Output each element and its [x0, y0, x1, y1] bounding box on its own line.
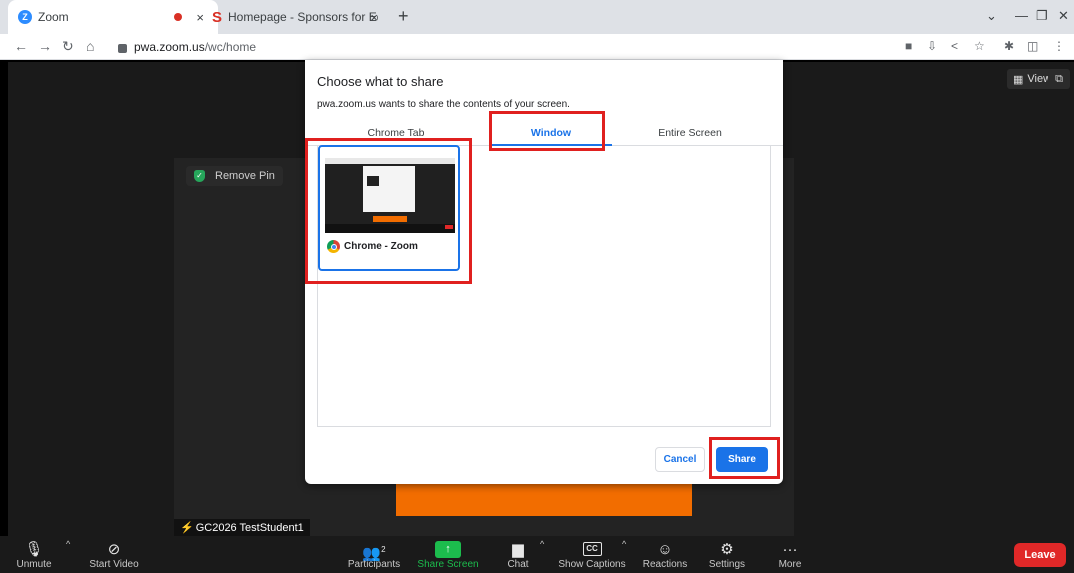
start-video-button[interactable]: ⊘ Start Video [84, 536, 144, 573]
start-video-label: Start Video [89, 559, 139, 570]
camera-in-use-icon[interactable]: ■ [905, 39, 912, 53]
more-button[interactable]: ··· More [772, 536, 808, 573]
sponsors-s-icon: S [212, 8, 223, 26]
restore-icon[interactable]: ❐ [1036, 8, 1048, 24]
chat-button[interactable]: ▆ Chat [500, 536, 536, 573]
emoji-add-icon: ☺ [657, 541, 673, 558]
audio-options-chevron-icon[interactable]: ^ [66, 539, 70, 549]
leave-button[interactable]: Leave [1014, 543, 1066, 567]
share-screen-button[interactable]: ↑ Share Screen [416, 536, 480, 573]
show-captions-label: Show Captions [558, 559, 626, 570]
close-window-icon[interactable]: ✕ [1058, 8, 1069, 24]
chat-options-chevron-icon[interactable]: ^ [540, 539, 544, 549]
captions-options-chevron-icon[interactable]: ^ [622, 539, 626, 549]
dialog-subtitle: pwa.zoom.us wants to share the contents … [317, 99, 570, 110]
participants-icon: 👥2 [362, 545, 386, 562]
recording-indicator-icon [174, 13, 182, 21]
tab-title: Homepage - Sponsors for Educa [228, 10, 378, 24]
zoom-icon: Z [18, 10, 32, 24]
forward-icon[interactable]: → [38, 38, 52, 54]
close-tab-icon[interactable]: × [370, 10, 378, 25]
reload-icon[interactable]: ↻ [62, 38, 74, 55]
share-screen-icon: ↑ [435, 541, 461, 558]
show-captions-button[interactable]: CC Show Captions [556, 536, 628, 573]
tab-entire-screen[interactable]: Entire Screen [629, 120, 751, 146]
home-icon[interactable]: ⌂ [86, 38, 94, 54]
share-screen-label: Share Screen [417, 559, 479, 570]
participant-name: GC2026 TestStudent1 [195, 521, 304, 534]
bookmark-star-icon[interactable]: ☆ [974, 39, 985, 53]
tab-zoom[interactable]: Z Zoom × [8, 0, 218, 34]
install-app-icon[interactable]: ⇩ [927, 39, 937, 53]
back-icon[interactable]: ← [14, 38, 28, 54]
tab-sponsors[interactable]: S Homepage - Sponsors for Educa × [202, 0, 392, 34]
browser-tab-strip: Z Zoom × S Homepage - Sponsors for Educa… [0, 0, 1074, 34]
participants-button[interactable]: 👥2 Participants [344, 536, 404, 573]
cc-icon: CC [582, 542, 602, 556]
lock-icon [118, 43, 127, 53]
url-host: pwa.zoom.us [134, 40, 205, 54]
meeting-control-bar: 🎙 Unmute ^ ⊘ Start Video 👥2 Participants… [0, 536, 1074, 573]
share-button[interactable]: Share [716, 447, 768, 472]
window-item-chrome-zoom[interactable]: Chrome - Zoom [318, 145, 460, 271]
window-item-title: Chrome - Zoom [344, 241, 418, 252]
shield-check-icon: ✓ [194, 170, 205, 182]
tab-title: Zoom [38, 10, 69, 24]
menu-icon[interactable]: ⋮ [1053, 39, 1065, 53]
minimize-icon[interactable]: — [1015, 8, 1028, 23]
grid-icon: ▦ [1013, 73, 1024, 86]
chrome-icon [327, 240, 340, 253]
browser-toolbar: ← → ↻ ⌂ pwa.zoom.us/wc/home ■ ⇩ < ☆ ✱ ◫ … [0, 34, 1074, 60]
unmute-button[interactable]: 🎙 Unmute [12, 536, 56, 573]
participants-count: 2 [381, 545, 386, 554]
gear-icon: ⚙ [720, 541, 734, 558]
participant-name-tag: ⚡ GC2026 TestStudent1 [174, 519, 310, 536]
chat-label: Chat [507, 559, 529, 570]
extensions-icon[interactable]: ✱ [1004, 39, 1014, 53]
share-icon[interactable]: < [951, 39, 958, 53]
chat-bubble-icon: ▆ [512, 541, 524, 558]
window-thumbnail [325, 158, 455, 233]
settings-button[interactable]: ⚙ Settings [704, 536, 750, 573]
address-bar[interactable]: pwa.zoom.us/wc/home [118, 37, 868, 57]
tab-window[interactable]: Window [490, 120, 612, 146]
shared-content-preview [396, 482, 692, 516]
video-off-icon: ⊘ [107, 541, 121, 558]
share-picker-dialog: Choose what to share pwa.zoom.us wants t… [305, 60, 783, 484]
tab-search-icon[interactable]: ⌄ [986, 8, 997, 24]
more-dots-icon: ··· [782, 541, 798, 558]
reactions-label: Reactions [642, 559, 688, 570]
remove-pin-button[interactable]: ✓ Remove Pin [186, 166, 283, 186]
unmute-label: Unmute [16, 559, 52, 570]
mic-off-icon: 🎙 [24, 541, 44, 558]
dialog-title: Choose what to share [317, 74, 444, 89]
share-source-tabs: Chrome Tab Window Entire Screen [305, 120, 783, 146]
side-panel-icon[interactable]: ◫ [1027, 39, 1038, 53]
mic-muted-icon: ⚡ [180, 522, 194, 534]
reactions-button[interactable]: ☺ Reactions [640, 536, 690, 573]
participants-label: Participants [347, 559, 401, 570]
settings-label: Settings [708, 559, 746, 570]
new-tab-button[interactable]: + [398, 6, 409, 27]
url-path: /wc/home [204, 40, 257, 54]
tab-chrome-tab[interactable]: Chrome Tab [335, 120, 457, 146]
window-item-label: Chrome - Zoom [327, 240, 418, 253]
more-label: More [778, 559, 802, 570]
remove-pin-label: Remove Pin [215, 170, 275, 182]
cancel-button[interactable]: Cancel [655, 447, 705, 472]
fullscreen-icon[interactable]: ⧉ [1048, 69, 1070, 89]
